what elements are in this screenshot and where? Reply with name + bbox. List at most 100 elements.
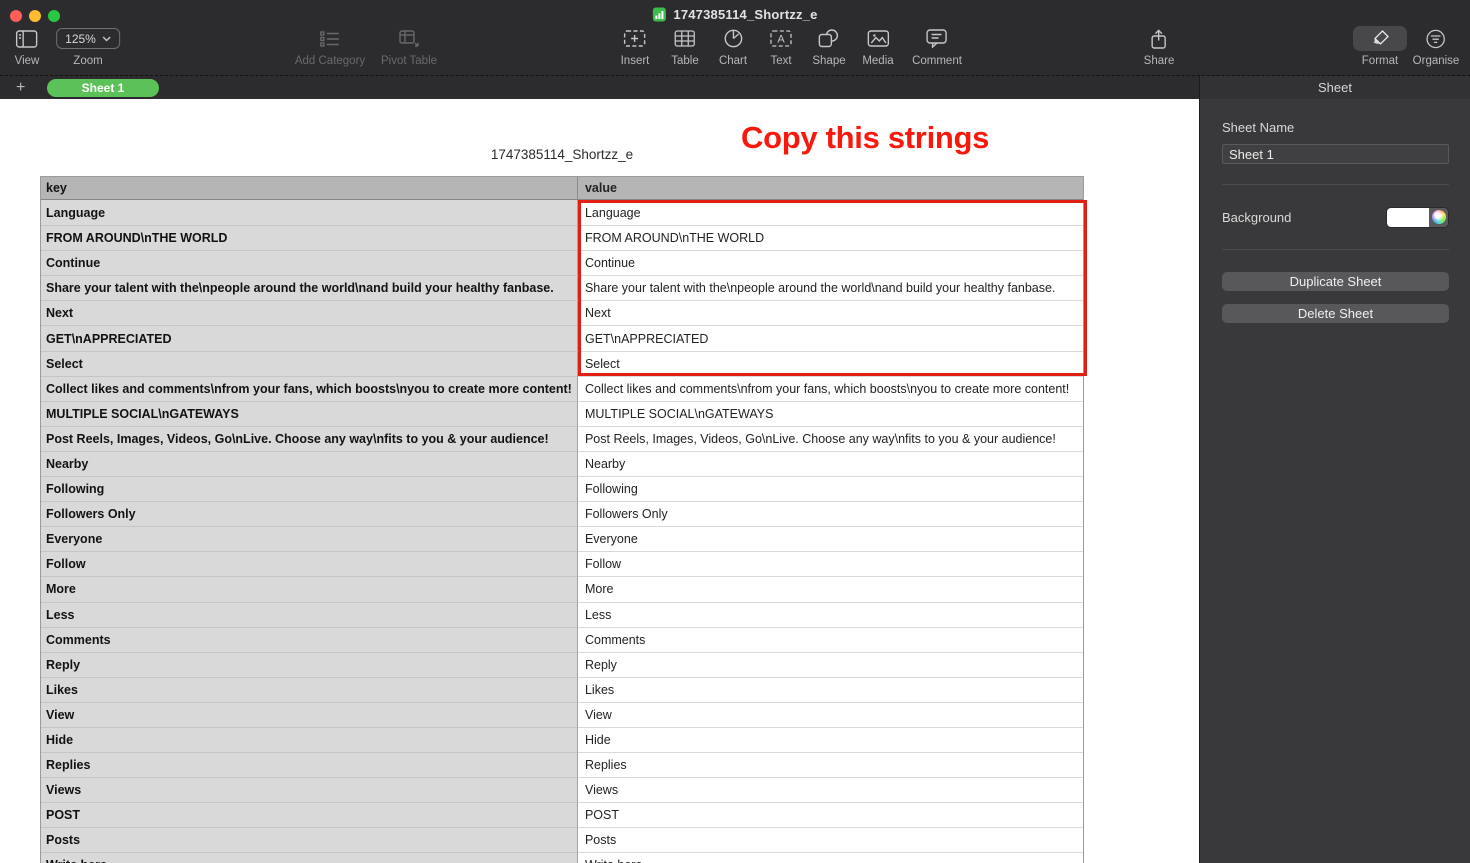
key-cell[interactable]: Share your talent with the\npeople aroun… [41,275,578,301]
zoom-label: Zoom [73,55,103,67]
value-cell[interactable]: Select [577,350,1083,376]
value-cell[interactable]: Post Reels, Images, Videos, Go\nLive. Ch… [577,425,1083,451]
key-cell[interactable]: Comments [41,626,578,652]
value-cell[interactable]: More [577,576,1083,602]
value-cell[interactable]: Hide [577,726,1083,753]
key-cell[interactable]: FROM AROUND\nTHE WORLD [41,225,578,251]
table-row: Nearby Nearby [41,450,1083,477]
chart-button[interactable]: Chart [719,26,747,67]
value-cell[interactable]: Reply [577,651,1083,677]
view-button[interactable]: View [14,26,40,67]
value-cell[interactable]: Nearby [577,450,1083,477]
format-label: Format [1361,55,1399,67]
key-cell[interactable]: Posts [41,827,578,853]
key-cell[interactable]: GET\nAPPRECIATED [41,325,578,351]
value-cell[interactable]: FROM AROUND\nTHE WORLD [577,225,1083,251]
key-cell[interactable]: Reply [41,651,578,677]
key-cell[interactable]: Language [41,200,578,226]
value-cell[interactable]: Views [577,777,1083,803]
media-icon [867,26,889,51]
view-sidebar-icon [16,26,38,51]
value-cell[interactable]: POST [577,802,1083,828]
value-cell[interactable]: Everyone [577,526,1083,552]
value-cell[interactable]: Likes [577,676,1083,702]
media-button[interactable]: Media [862,26,894,67]
zoom-value: 125% [65,31,96,46]
key-cell[interactable]: Follow [41,551,578,577]
value-cell[interactable]: MULTIPLE SOCIAL\nGATEWAYS [577,400,1083,426]
key-cell[interactable]: View [41,701,578,727]
value-cell[interactable]: Language [577,200,1083,226]
minimize-button[interactable] [29,10,41,22]
value-cell[interactable]: Posts [577,827,1083,853]
close-button[interactable] [10,10,22,22]
value-cell[interactable]: Collect likes and comments\nfrom your fa… [577,375,1083,401]
organise-button[interactable]: Organise [1413,26,1459,67]
table-row: Replies Replies [41,752,1083,778]
key-cell[interactable]: Select [41,350,578,376]
key-cell[interactable]: Next [41,300,578,326]
chart-icon [724,26,743,51]
key-cell[interactable]: Collect likes and comments\nfrom your fa… [41,375,578,401]
key-cell[interactable]: Write here [41,852,578,863]
value-cell[interactable]: Continue [577,250,1083,276]
fullscreen-button[interactable] [48,10,60,22]
key-cell[interactable]: MULTIPLE SOCIAL\nGATEWAYS [41,400,578,426]
key-cell[interactable]: Less [41,601,578,627]
shape-button[interactable]: Shape [812,26,846,67]
value-cell[interactable]: View [577,701,1083,727]
value-cell[interactable]: Following [577,476,1083,502]
key-cell[interactable]: Followers Only [41,501,578,527]
divider [1222,249,1449,250]
format-button[interactable]: Format [1353,26,1407,67]
duplicate-sheet-button[interactable]: Duplicate Sheet [1222,272,1449,291]
key-cell[interactable]: Following [41,476,578,502]
value-cell[interactable]: GET\nAPPRECIATED [577,325,1083,351]
key-cell[interactable]: Views [41,777,578,803]
zoom-control[interactable]: 125% Zoom [56,26,120,67]
value-cell[interactable]: Comments [577,626,1083,652]
comment-button[interactable]: Comment [912,26,962,67]
value-cell[interactable]: Replies [577,752,1083,778]
background-color-well[interactable] [1386,206,1449,228]
color-wheel-button[interactable] [1429,207,1448,227]
header-value[interactable]: value [577,177,1083,199]
add-category-button[interactable]: Add Category [295,26,365,67]
share-button[interactable]: Share [1144,26,1174,67]
table-row: View View [41,701,1083,727]
annotation-text: Copy this strings [741,120,990,155]
table-button[interactable]: Table [671,26,699,67]
key-cell[interactable]: Everyone [41,526,578,552]
view-label: View [14,55,40,67]
add-sheet-button[interactable]: + [16,77,25,99]
key-cell[interactable]: Likes [41,676,578,702]
table-row: Everyone Everyone [41,526,1083,552]
key-cell[interactable]: Post Reels, Images, Videos, Go\nLive. Ch… [41,425,578,451]
key-cell[interactable]: More [41,576,578,602]
format-sidebar: Sheet Name Background Duplicate Sheet De… [1199,99,1470,863]
insert-button[interactable]: Insert [621,26,649,67]
value-cell[interactable]: Write here [577,852,1083,863]
key-cell[interactable]: Nearby [41,450,578,477]
value-cell[interactable]: Share your talent with the\npeople aroun… [577,275,1083,301]
table-row: Continue Continue [41,250,1083,276]
text-icon: A [770,26,792,51]
tab-sheet-1[interactable]: Sheet 1 [47,79,159,97]
background-swatch[interactable] [1387,207,1429,227]
key-cell[interactable]: Hide [41,726,578,753]
text-button[interactable]: A Text [770,26,792,67]
sheet-name-input[interactable] [1222,144,1449,164]
media-label: Media [862,55,894,67]
value-cell[interactable]: Less [577,601,1083,627]
value-cell[interactable]: Next [577,300,1083,326]
key-cell[interactable]: Continue [41,250,578,276]
zoom-dropdown[interactable]: 125% [56,28,120,49]
table-body: Language Language FROM AROUND\nTHE WORLD FR… [41,200,1083,863]
key-cell[interactable]: Replies [41,752,578,778]
pivot-table-button[interactable]: Pivot Table [381,26,437,67]
delete-sheet-button[interactable]: Delete Sheet [1222,304,1449,323]
value-cell[interactable]: Follow [577,551,1083,577]
value-cell[interactable]: Followers Only [577,501,1083,527]
header-key[interactable]: key [41,177,578,199]
key-cell[interactable]: POST [41,802,578,828]
